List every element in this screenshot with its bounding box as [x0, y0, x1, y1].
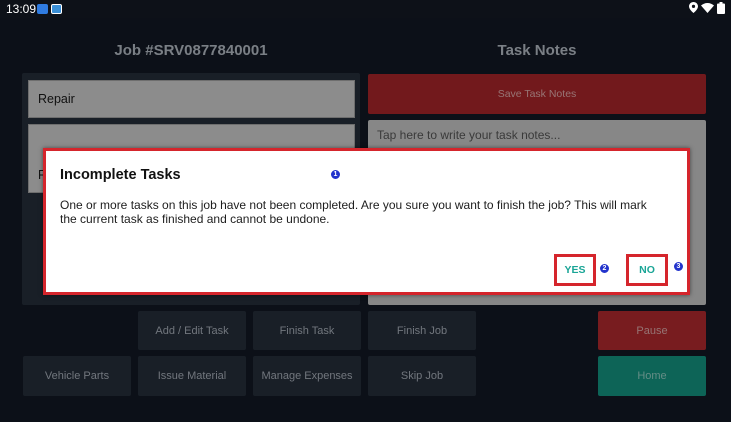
battery-icon	[717, 1, 725, 17]
status-icons	[689, 1, 725, 17]
annotation-marker-1: 1	[330, 169, 341, 180]
screenshot-icon	[51, 4, 62, 14]
notification-app-icon	[37, 4, 48, 14]
yes-button[interactable]: YES	[554, 254, 596, 286]
dialog-title: Incomplete Tasks	[60, 167, 181, 183]
status-bar: 13:09	[0, 0, 731, 18]
wifi-icon	[701, 2, 714, 16]
dialog-message: One or more tasks on this job have not b…	[60, 198, 647, 226]
no-button[interactable]: NO	[626, 254, 668, 286]
incomplete-tasks-dialog: Incomplete Tasks 1 One or more tasks on …	[43, 148, 690, 295]
location-icon	[689, 2, 698, 16]
annotation-marker-2: 2	[599, 263, 610, 274]
annotation-marker-3: 3	[673, 261, 684, 272]
status-time: 13:09	[6, 2, 37, 16]
